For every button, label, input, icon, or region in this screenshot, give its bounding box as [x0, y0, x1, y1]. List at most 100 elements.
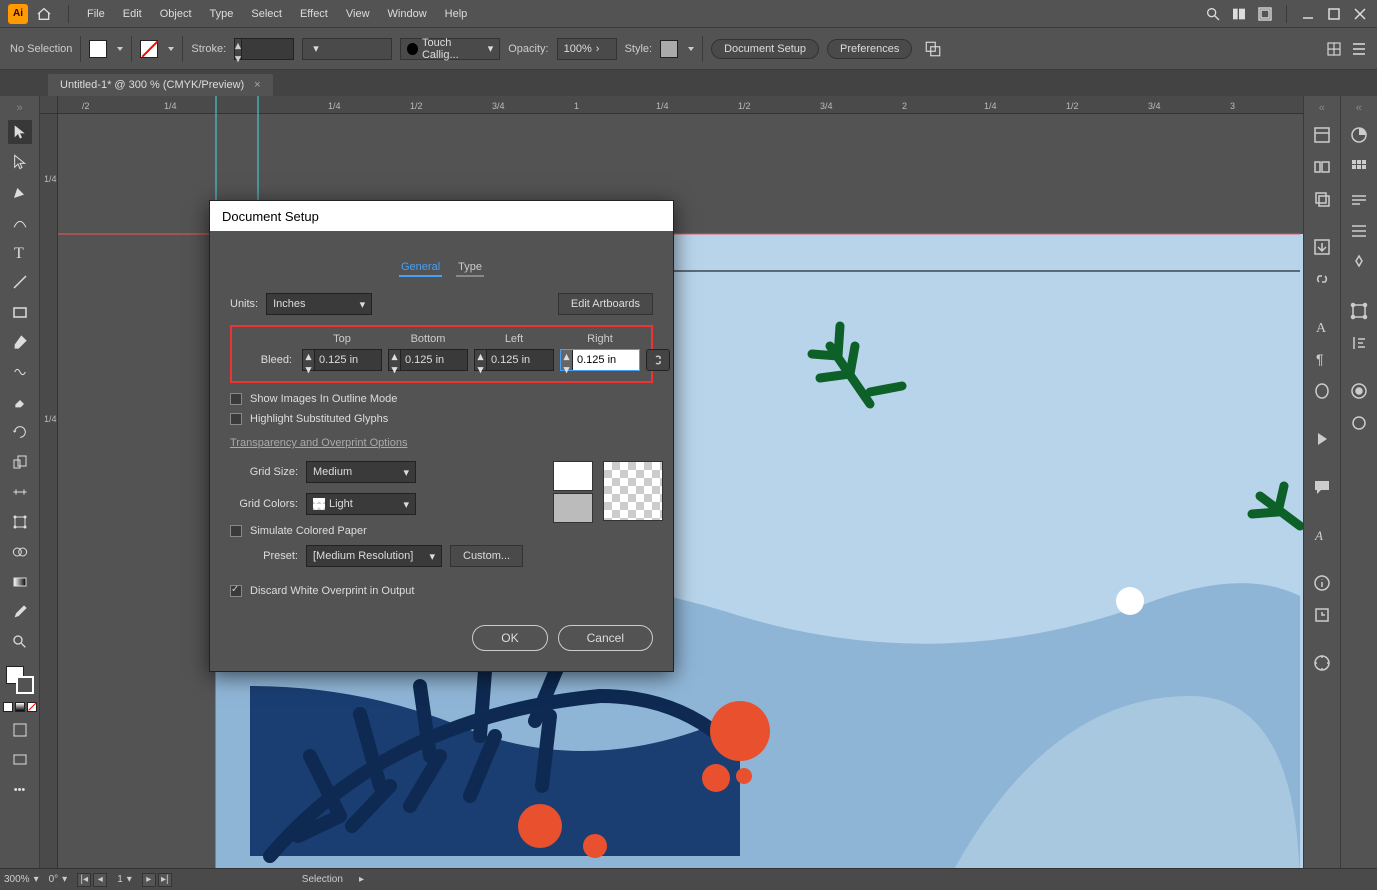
align-icon[interactable] [1348, 332, 1370, 354]
home-icon[interactable] [34, 4, 54, 24]
comments-icon[interactable] [1311, 476, 1333, 498]
chevron-down-icon[interactable] [168, 47, 174, 51]
artboard-nav[interactable]: |◂◂ [77, 873, 107, 887]
info-icon[interactable] [1311, 572, 1333, 594]
preset-dropdown[interactable]: [Medium Resolution]▾ [306, 545, 442, 567]
brushes-icon[interactable] [1348, 188, 1370, 210]
menu-view[interactable]: View [338, 4, 378, 24]
swatches-icon[interactable] [1348, 156, 1370, 178]
paintbrush-tool[interactable] [8, 330, 32, 354]
grid-colors-dropdown[interactable]: Light▾ [306, 493, 416, 515]
edit-artboards-button[interactable]: Edit Artboards [558, 293, 653, 315]
libraries-icon[interactable] [1311, 156, 1333, 178]
opacity-dropdown[interactable]: 100%› [557, 38, 617, 60]
eyedropper-tool[interactable] [8, 600, 32, 624]
arrange-icon[interactable] [1256, 5, 1274, 23]
color-mode[interactable] [3, 702, 13, 712]
layers-icon[interactable] [1311, 188, 1333, 210]
rectangle-tool[interactable] [8, 300, 32, 324]
stroke-swatch[interactable] [140, 40, 158, 58]
line-tool[interactable] [8, 270, 32, 294]
snap-icon[interactable] [1325, 40, 1343, 58]
bleed-left-input[interactable]: ▴▾ [474, 349, 554, 371]
artboard-nav-next[interactable]: ▸▸| [142, 873, 172, 887]
units-dropdown[interactable]: Inches▾ [266, 293, 372, 315]
selection-tool[interactable] [8, 120, 32, 144]
graphic-styles-icon[interactable] [1348, 412, 1370, 434]
symbols-icon[interactable] [1348, 252, 1370, 274]
bleed-bottom-input[interactable]: ▴▾ [388, 349, 468, 371]
actions-icon[interactable] [1311, 428, 1333, 450]
gradient-tool[interactable] [8, 570, 32, 594]
grid-preview-white[interactable] [553, 461, 593, 491]
grid-size-dropdown[interactable]: Medium▾ [306, 461, 416, 483]
discard-overprint-checkbox[interactable] [230, 585, 242, 597]
character-icon[interactable]: A [1311, 316, 1333, 338]
rotate-tool[interactable] [8, 420, 32, 444]
navigator-icon[interactable] [1311, 652, 1333, 674]
menu-help[interactable]: Help [437, 4, 476, 24]
fill-swatch[interactable] [89, 40, 107, 58]
opentype-icon[interactable] [1311, 380, 1333, 402]
menu-type[interactable]: Type [202, 4, 242, 24]
chevron-down-icon[interactable] [688, 47, 694, 51]
shaper-tool[interactable] [8, 360, 32, 384]
zoom-tool[interactable] [8, 630, 32, 654]
color-icon[interactable] [1348, 124, 1370, 146]
document-setup-button[interactable]: Document Setup [711, 39, 819, 59]
pen-tool[interactable] [8, 180, 32, 204]
menu-window[interactable]: Window [380, 4, 435, 24]
curvature-tool[interactable] [8, 210, 32, 234]
paragraph-icon[interactable]: ¶ [1311, 348, 1333, 370]
ok-button[interactable]: OK [472, 625, 547, 651]
link-bleed-icon[interactable] [646, 349, 670, 371]
artboard-field[interactable]: 1▾ [117, 874, 132, 885]
rotate-dropdown[interactable]: 0°▾ [49, 874, 68, 885]
tab-general[interactable]: General [399, 259, 442, 277]
preferences-button[interactable]: Preferences [827, 39, 912, 59]
cancel-button[interactable]: Cancel [558, 625, 653, 651]
workspace-icon[interactable] [1230, 5, 1248, 23]
shape-builder-tool[interactable] [8, 540, 32, 564]
screen-mode-icon[interactable] [8, 748, 32, 772]
zoom-dropdown[interactable]: 300%▾ [4, 874, 39, 885]
stroke-icon[interactable] [1348, 220, 1370, 242]
menu-effect[interactable]: Effect [292, 4, 336, 24]
panel-menu-icon[interactable] [1351, 41, 1367, 57]
simulate-paper-checkbox[interactable] [230, 525, 242, 537]
custom-button[interactable]: Custom... [450, 545, 523, 567]
menu-select[interactable]: Select [243, 4, 290, 24]
gradient-mode[interactable] [15, 702, 25, 712]
brush-dropdown[interactable]: Touch Callig...▾ [400, 38, 500, 60]
menu-edit[interactable]: Edit [115, 4, 150, 24]
menu-file[interactable]: File [79, 4, 113, 24]
bleed-right-input[interactable]: ▴▾ [560, 349, 640, 371]
highlight-glyphs-checkbox[interactable] [230, 413, 242, 425]
links-icon[interactable] [1311, 268, 1333, 290]
tab-close-icon[interactable]: × [254, 79, 260, 91]
none-mode[interactable] [27, 702, 37, 712]
transform-icon[interactable] [1348, 300, 1370, 322]
asset-export-icon[interactable] [1311, 236, 1333, 258]
scale-tool[interactable] [8, 450, 32, 474]
search-icon[interactable] [1204, 5, 1222, 23]
direct-selection-tool[interactable] [8, 150, 32, 174]
grid-preview-grey[interactable] [553, 493, 593, 523]
align-icon[interactable] [924, 40, 942, 58]
type-tool[interactable]: T [8, 240, 32, 264]
glyphs-icon[interactable]: A [1311, 524, 1333, 546]
appearance-icon[interactable] [1348, 380, 1370, 402]
drawing-mode-icon[interactable] [8, 718, 32, 742]
maximize-icon[interactable] [1325, 5, 1343, 23]
style-swatch[interactable] [660, 40, 678, 58]
history-icon[interactable] [1311, 604, 1333, 626]
free-transform-tool[interactable] [8, 510, 32, 534]
properties-icon[interactable] [1311, 124, 1333, 146]
chevron-down-icon[interactable] [117, 47, 123, 51]
edit-toolbar-icon[interactable]: ••• [8, 778, 32, 802]
eraser-tool[interactable] [8, 390, 32, 414]
show-outline-checkbox[interactable] [230, 393, 242, 405]
width-tool[interactable] [8, 480, 32, 504]
stroke-weight-input[interactable]: ▴▾ [234, 38, 294, 60]
bleed-top-input[interactable]: ▴▾ [302, 349, 382, 371]
